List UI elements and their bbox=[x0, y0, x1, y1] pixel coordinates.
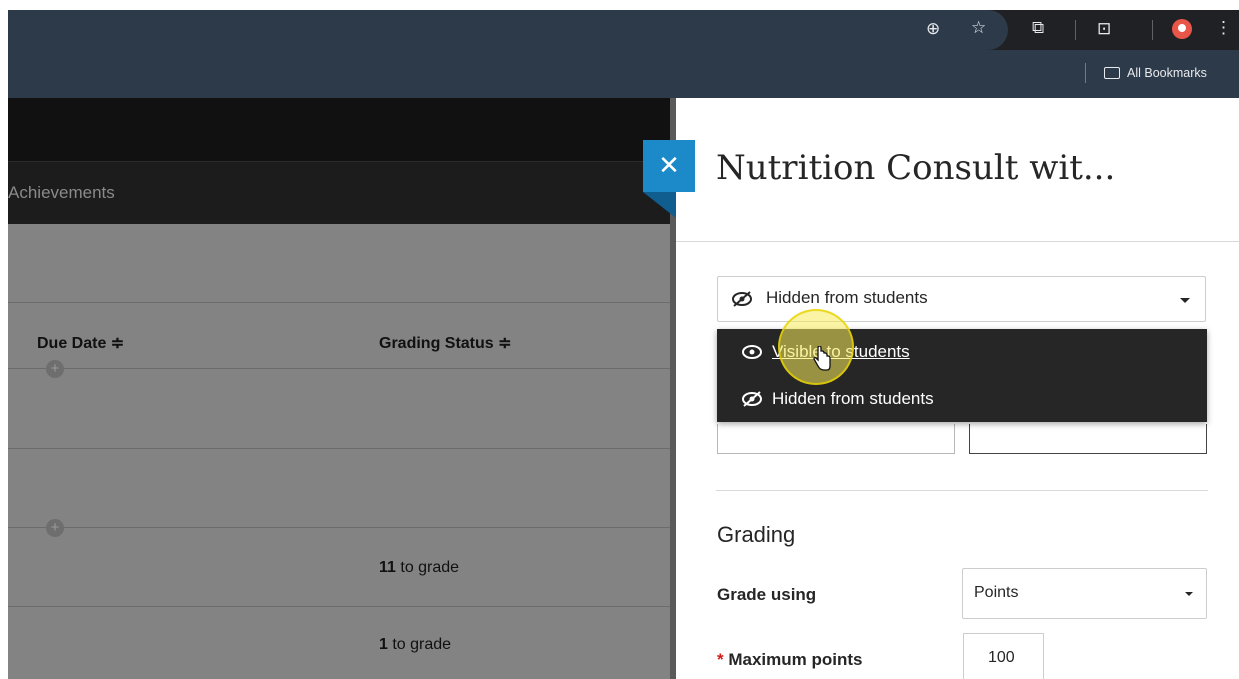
tab-search-icon[interactable]: ⊡ bbox=[1097, 20, 1111, 37]
grade-suffix: to grade bbox=[395, 559, 460, 576]
hand-cursor-icon bbox=[813, 346, 831, 371]
grade-using-label: Grade using bbox=[717, 585, 817, 604]
close-panel-button[interactable]: ✕ bbox=[643, 140, 695, 192]
date-input[interactable] bbox=[717, 424, 955, 454]
course-header bbox=[8, 98, 670, 161]
grade-using-value: Points bbox=[974, 584, 1019, 601]
close-icon: ✕ bbox=[658, 150, 680, 180]
nav-item-achievements[interactable]: Achievements bbox=[8, 183, 115, 203]
maximum-points-label: * Maximum points bbox=[717, 650, 862, 670]
extensions-icon[interactable]: ⧉ bbox=[1032, 19, 1044, 36]
table-divider bbox=[8, 448, 670, 449]
table-divider bbox=[8, 302, 670, 303]
add-item-icon[interactable]: + bbox=[46, 360, 64, 378]
column-header-due-date[interactable]: Due Date ≑ bbox=[37, 333, 124, 353]
folder-icon[interactable] bbox=[1104, 67, 1120, 79]
panel-divider bbox=[676, 241, 1239, 242]
more-menu-icon[interactable]: ⋮ bbox=[1215, 19, 1232, 36]
all-bookmarks-link[interactable]: All Bookmarks bbox=[1127, 66, 1207, 80]
eye-slash-icon bbox=[742, 391, 762, 407]
grade-suffix: to grade bbox=[387, 636, 452, 653]
table-divider bbox=[8, 606, 670, 607]
grading-status-cell[interactable]: 1 to grade bbox=[379, 636, 451, 654]
chevron-down-icon bbox=[1180, 298, 1190, 303]
zoom-icon[interactable]: ⊕ bbox=[926, 20, 940, 37]
time-input[interactable] bbox=[969, 424, 1207, 454]
table-divider bbox=[8, 527, 670, 528]
eye-icon bbox=[742, 345, 762, 359]
maximum-points-text: Maximum points bbox=[723, 650, 863, 669]
maximum-points-value: 100 bbox=[988, 649, 1015, 666]
table-divider bbox=[8, 368, 670, 369]
section-divider bbox=[716, 490, 1208, 491]
option-hidden-from-students[interactable]: Hidden from students bbox=[717, 376, 1207, 422]
column-header-grading-status[interactable]: Grading Status ≑ bbox=[379, 333, 512, 353]
chevron-down-icon bbox=[1185, 592, 1193, 596]
grading-status-cell[interactable]: 11 to grade bbox=[379, 559, 459, 577]
required-indicator: * bbox=[717, 650, 724, 669]
grading-heading: Grading bbox=[717, 522, 796, 547]
bookmarks-divider bbox=[1085, 63, 1086, 83]
panel-title: Nutrition Consult wit... bbox=[716, 148, 1116, 188]
option-label: Hidden from students bbox=[772, 389, 934, 408]
grade-count: 1 bbox=[379, 636, 388, 653]
close-button-tail bbox=[643, 192, 676, 218]
visibility-selected-value: Hidden from students bbox=[766, 288, 928, 307]
star-icon[interactable]: ☆ bbox=[971, 19, 986, 36]
profile-avatar[interactable] bbox=[1172, 19, 1192, 39]
bookmarks-bar bbox=[8, 50, 1239, 98]
address-bar[interactable] bbox=[8, 10, 1008, 50]
grade-count: 11 bbox=[379, 559, 396, 576]
add-item-icon[interactable]: + bbox=[46, 519, 64, 537]
eye-slash-icon bbox=[732, 291, 752, 307]
toolbar-divider bbox=[1152, 20, 1153, 40]
toolbar-divider bbox=[1075, 20, 1076, 40]
